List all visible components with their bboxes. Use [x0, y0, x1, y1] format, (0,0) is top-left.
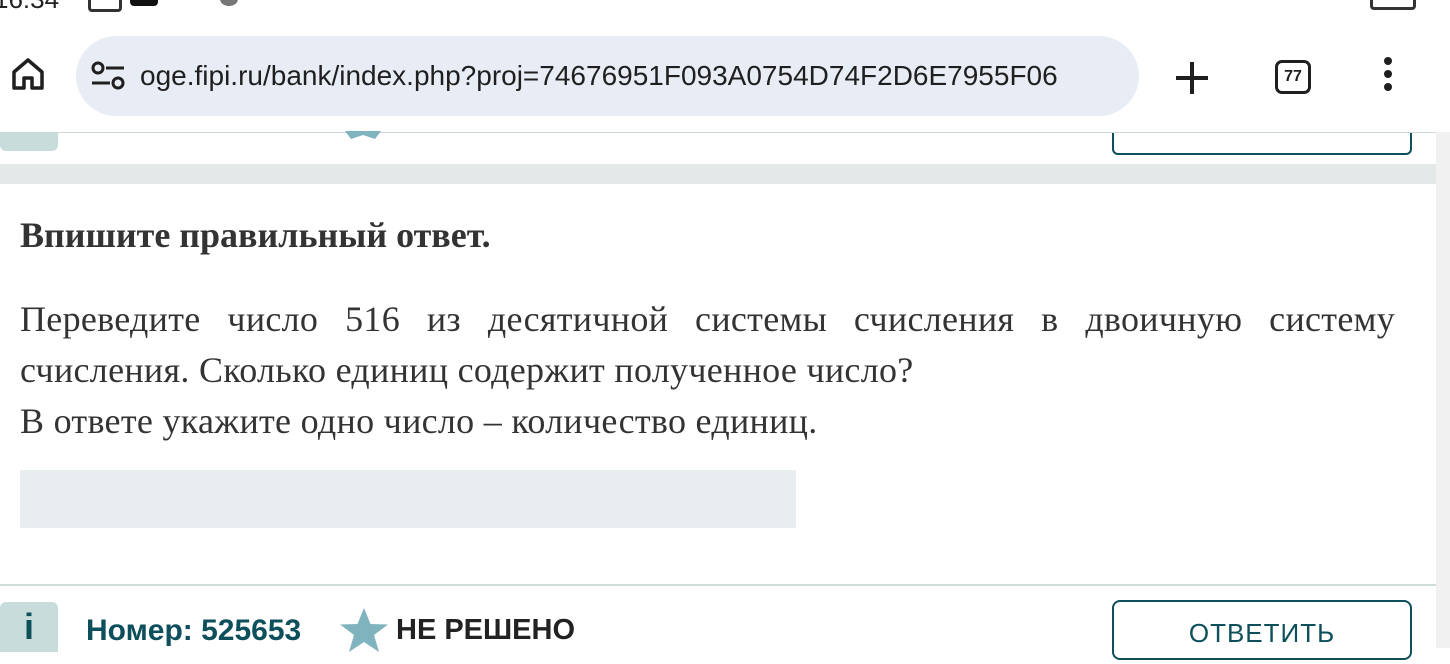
- tab-switcher-button[interactable]: 77: [1275, 60, 1311, 94]
- home-icon[interactable]: [8, 54, 48, 94]
- task-separator: [0, 164, 1436, 184]
- task-question: Переведите число 516 из десятичной систе…: [20, 294, 1395, 447]
- scrollbar[interactable]: [1436, 132, 1450, 648]
- more-menu-icon[interactable]: [1378, 54, 1398, 94]
- task-instruction: Впишите правильный ответ.: [20, 215, 491, 255]
- task-footer: i Номер: 525653 НЕ РЕШЕНО ОТВЕТИТЬ: [0, 586, 1436, 660]
- previous-info-button[interactable]: [0, 133, 58, 151]
- answer-button[interactable]: ОТВЕТИТЬ: [1112, 600, 1412, 660]
- star-icon[interactable]: [338, 606, 390, 654]
- site-settings-icon[interactable]: [90, 61, 126, 91]
- status-time: 16:34: [0, 0, 59, 14]
- notification-icon: [88, 0, 122, 12]
- solve-status: НЕ РЕШЕНО: [396, 614, 576, 646]
- question-note: В ответе укажите одно число – количество…: [20, 401, 818, 441]
- browser-toolbar: oge.fipi.ru/bank/index.php?proj=74676951…: [0, 14, 1450, 132]
- task-card: Впишите правильный ответ. Переведите чис…: [0, 184, 1436, 584]
- url-text[interactable]: oge.fipi.ru/bank/index.php?proj=74676951…: [140, 58, 1125, 94]
- question-text: Переведите число 516 из десятичной систе…: [20, 299, 1395, 390]
- task-number: Номер: 525653: [86, 614, 302, 647]
- star-icon: [345, 131, 381, 139]
- new-tab-icon[interactable]: [1172, 58, 1212, 98]
- previous-task-footer: [0, 131, 1436, 165]
- info-button[interactable]: i: [0, 602, 58, 652]
- answer-input[interactable]: [20, 470, 796, 528]
- status-bar: 16:34: [0, 0, 1450, 14]
- address-bar[interactable]: oge.fipi.ru/bank/index.php?proj=74676951…: [76, 36, 1139, 116]
- location-icon: [220, 0, 238, 6]
- battery-icon: [1370, 0, 1416, 10]
- previous-answer-button[interactable]: [1112, 133, 1412, 155]
- app-notification-icon: [130, 0, 158, 6]
